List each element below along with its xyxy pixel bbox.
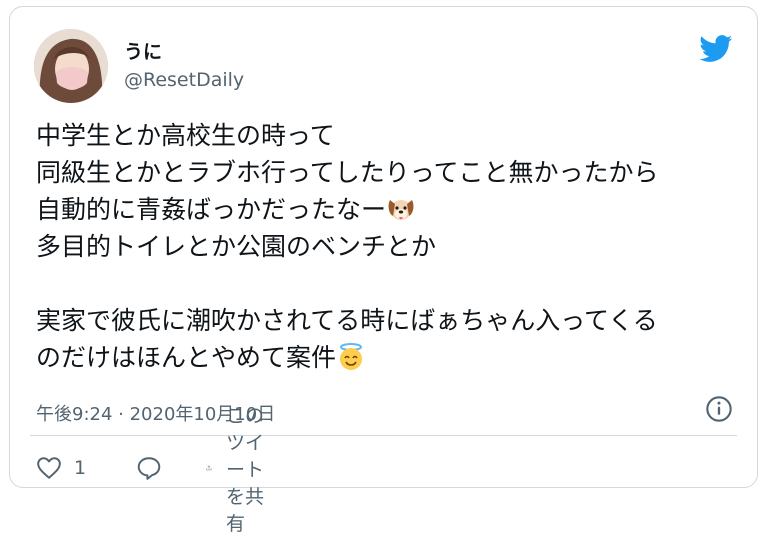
tweet-line-4: 多目的トイレとか公園のベンチとか [36,232,437,261]
tweet-text: 中学生とか高校生の時って 同級生とかとラブホ行ってしたりってこと無かったから 自… [36,117,746,376]
tweet-line-2: 同級生とかとラブホ行ってしたりってこと無かったから [36,158,659,187]
user-handle[interactable]: @ResetDaily [124,69,244,91]
share-icon [206,465,212,471]
like-button[interactable]: 1 [36,453,86,483]
tweet-line-6: 実家で彼氏に潮吹かされてる時にばぁちゃん入ってくる [36,306,658,335]
share-button[interactable]: このツイートを共有 [206,405,265,535]
like-count: 1 [74,457,87,479]
dog-face-emoji [388,200,414,220]
tweet-line-7: のだけはほんとやめて案件 [36,343,337,372]
divider [30,435,737,436]
tweet-line-1: 中学生とか高校生の時って [36,121,335,150]
smiling-face-with-halo-emoji [340,343,363,370]
tweet-card: うに @ResetDaily 中学生とか高校生の時って 同級生とかとラブホ行って… [9,6,758,535]
avatar[interactable] [34,29,108,103]
info-icon[interactable] [705,395,733,423]
twitter-bird-icon[interactable] [699,35,733,63]
reply-button[interactable] [136,453,162,483]
heart-icon [37,457,61,479]
tweet-line-3: 自動的に青姦ばっかだったなー [36,195,387,224]
share-label: このツイートを共有 [225,404,264,535]
reply-icon [137,457,161,480]
display-name[interactable]: うに [124,37,162,64]
